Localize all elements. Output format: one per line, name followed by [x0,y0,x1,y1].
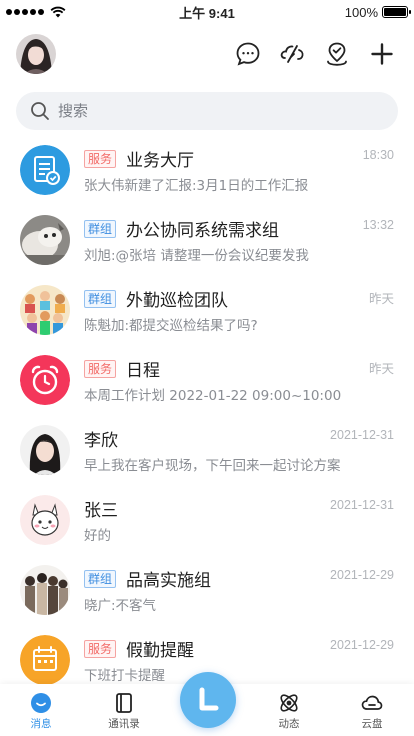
conversation-preview: 张大伟新建了汇报:3月1日的工作汇报 [84,178,309,194]
battery-icon [382,6,411,18]
group-badge: 群组 [84,569,117,588]
conversation-title: 日程 [126,361,161,381]
home-fab-icon [199,687,219,711]
business-hall-avatar [20,145,70,195]
service-badge: 服务 [84,359,117,378]
list-item[interactable]: 李欣 早上我在客户现场，下午回来一起讨论方案 2021-12-31 [0,416,414,486]
service-badge: 服务 [84,639,117,658]
conversation-title: 假勤提醒 [126,641,195,661]
attendance-calendar-icon [20,635,70,685]
search-input[interactable] [58,102,358,120]
conversation-preview: 刘旭:@张培 请整理一份会议纪要发我 [84,248,309,264]
group-badge: 群组 [84,219,117,238]
conversation-preview: 本周工作计划 2022-01-22 09:00~10:00 [84,388,342,404]
conversation-preview: 好的 [84,528,111,544]
conversation-time: 2021-12-31 [330,428,394,442]
search-icon [31,102,49,120]
tab-bar: 消息 通讯录 动态 云盘 [0,672,414,736]
conversation-time: 2021-12-31 [330,498,394,512]
conversation-preview: 下班打卡提醒 [84,668,165,684]
tab-label: 消息 [30,718,52,730]
conversation-title: 品高实施组 [126,571,212,591]
wifi-icon [50,6,66,18]
conversation-preview: 晓广:不客气 [84,598,157,614]
list-item[interactable]: 群组 办公协同系统需求组 刘旭:@张培 请整理一份会议纪要发我 13:32 [0,206,414,276]
tab-messages[interactable]: 消息 [0,688,82,734]
message-icon [31,693,51,713]
list-item[interactable]: 群组 外勤巡检团队 陈魁加:都提交巡检结果了吗? 昨天 [0,276,414,346]
battery-percent: 100% [344,4,378,20]
list-item[interactable]: 群组 品高实施组 晓广:不客气 2021-12-29 [0,556,414,626]
group-avatar [20,285,70,335]
tab-activity[interactable]: 动态 [248,688,330,734]
status-bar: 上午 9:41 100% [0,0,414,24]
chat-bubble-icon[interactable] [235,41,261,67]
list-item[interactable]: 服务 日程 本周工作计划 2022-01-22 09:00~10:00 昨天 [0,346,414,416]
location-check-icon[interactable] [324,41,350,67]
conversation-time: 13:32 [362,218,394,232]
conversation-time: 2021-12-29 [330,638,394,652]
tab-label: 动态 [278,718,300,730]
contact-avatar [20,495,70,545]
conversation-title: 张三 [84,501,118,521]
header [0,32,414,78]
conversation-title: 外勤巡检团队 [126,291,229,311]
conversation-title: 办公协同系统需求组 [126,221,280,241]
cloud-link-icon[interactable] [279,41,305,67]
conversation-title: 业务大厅 [126,151,195,171]
plus-icon[interactable] [369,41,395,67]
conversation-time: 昨天 [368,362,394,376]
tab-contacts[interactable]: 通讯录 [83,688,165,734]
contact-avatar [20,425,70,475]
group-avatar [20,565,70,615]
conversation-preview: 早上我在客户现场，下午回来一起讨论方案 [84,458,341,474]
conversation-time: 昨天 [368,292,394,306]
conversation-preview: 陈魁加:都提交巡检结果了吗? [84,318,258,334]
list-item[interactable]: 服务 业务大厅 张大伟新建了汇报:3月1日的工作汇报 18:30 [0,136,414,206]
conversation-time: 2021-12-29 [330,568,394,582]
tab-label: 通讯录 [108,718,140,730]
cloud-drive-icon [361,695,383,710]
tab-label: 云盘 [361,718,383,730]
my-avatar[interactable] [16,34,56,74]
conversation-time: 18:30 [362,148,394,162]
tab-cloud-drive[interactable]: 云盘 [331,688,413,734]
group-avatar [20,215,70,265]
search-bar[interactable] [16,92,398,130]
list-item[interactable]: 张三 好的 2021-12-31 [0,486,414,556]
activity-icon [280,694,298,712]
signal-icon [6,9,44,15]
conversation-title: 李欣 [84,431,118,451]
service-badge: 服务 [84,149,117,168]
contacts-icon [116,693,132,713]
group-badge: 群组 [84,289,117,308]
alarm-clock-icon [20,355,70,405]
home-fab-button[interactable] [180,672,236,728]
